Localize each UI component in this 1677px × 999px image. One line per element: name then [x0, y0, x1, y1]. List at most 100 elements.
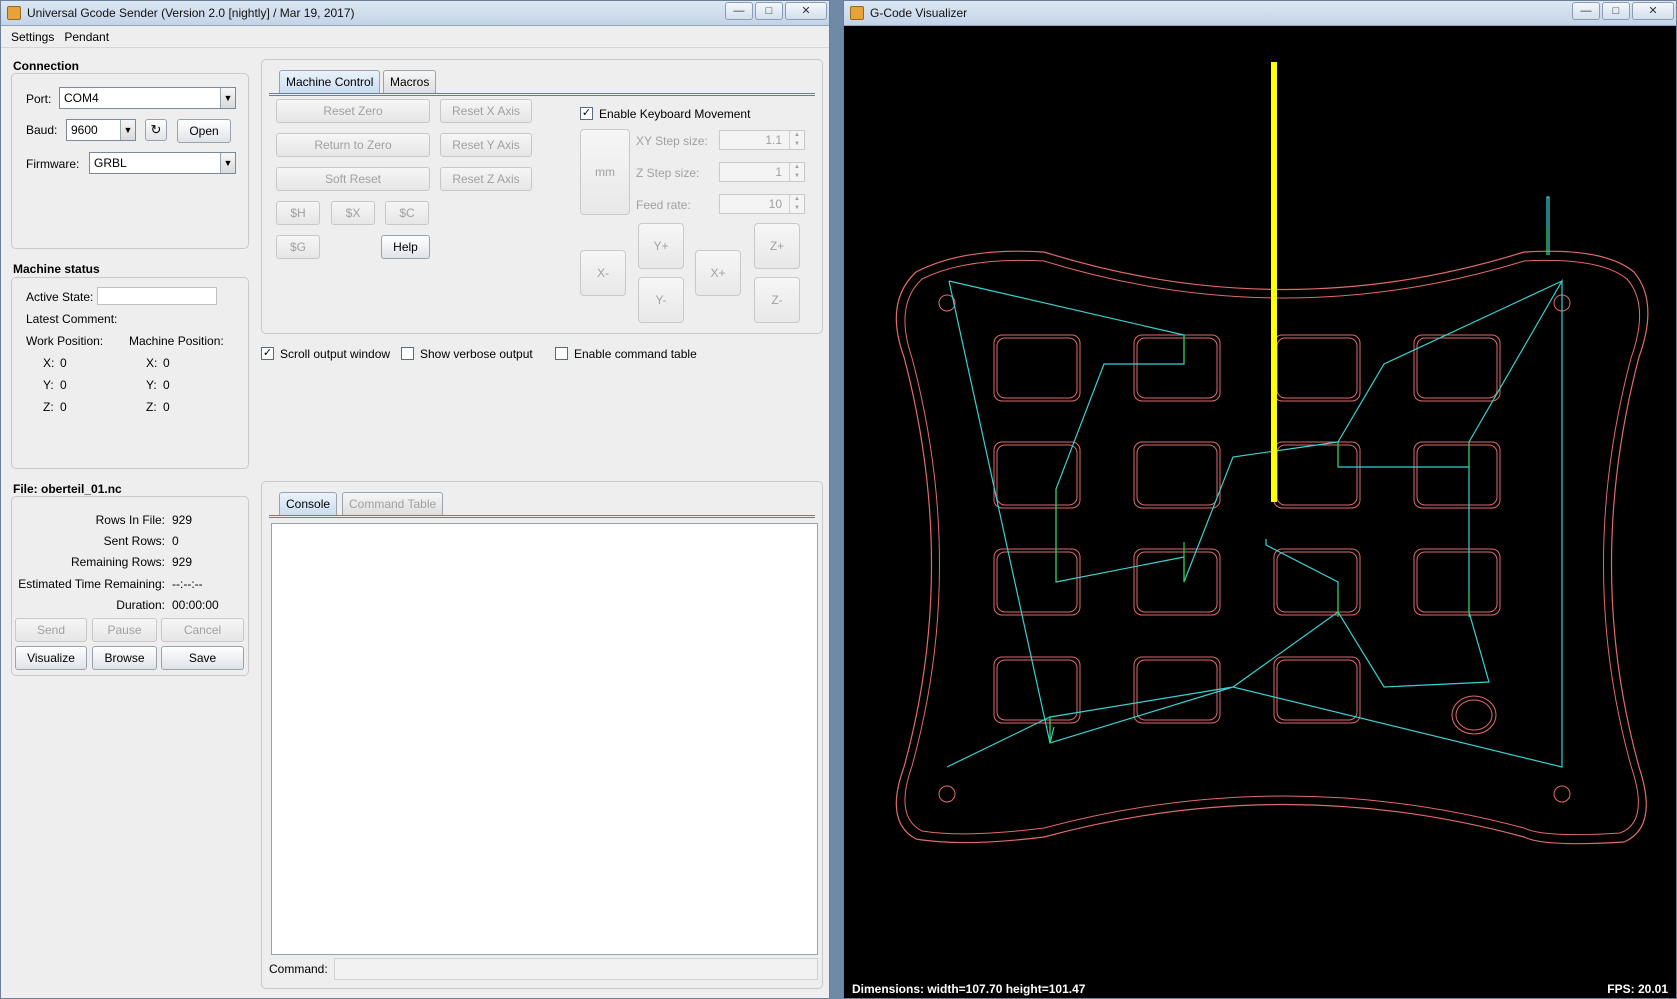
- machine-x-value: 0: [163, 356, 170, 370]
- port-value: COM4: [64, 91, 99, 105]
- gcode-state-command-button[interactable]: $G: [276, 235, 320, 259]
- jog-y-plus-button[interactable]: Y+: [638, 223, 684, 269]
- machine-y-label: Y:: [146, 378, 157, 392]
- xy-step-spinner[interactable]: 1.1 ▲ ▼: [719, 130, 805, 150]
- key-pocket: [996, 337, 1078, 399]
- key-pocket: [1276, 337, 1358, 399]
- key-pocket: [993, 334, 1081, 402]
- unlock-command-button[interactable]: $X: [331, 201, 375, 225]
- tab-console[interactable]: Console: [279, 492, 338, 516]
- toolpath-canvas[interactable]: [844, 27, 1676, 999]
- key-pocket: [1136, 444, 1218, 506]
- key-pocket: [1133, 334, 1221, 402]
- menu-settings[interactable]: Settings: [11, 30, 54, 44]
- keyboard-movement-checkbox[interactable]: ✓: [580, 107, 593, 120]
- send-button[interactable]: Send: [15, 618, 87, 642]
- maximize-icon[interactable]: □: [1602, 2, 1630, 20]
- port-label: Port:: [26, 92, 52, 106]
- visualizer-titlebar[interactable]: G-Code Visualizer — □ ✕: [844, 1, 1676, 26]
- port-select[interactable]: COM4 ▼: [59, 87, 236, 109]
- firmware-value: GRBL: [94, 156, 127, 170]
- jog-z-plus-button[interactable]: Z+: [754, 223, 800, 269]
- scroll-output-checkbox[interactable]: ✓: [261, 347, 274, 360]
- connection-title: Connection: [13, 59, 79, 73]
- reset-z-axis-button[interactable]: Reset Z Axis: [440, 167, 532, 191]
- spinner-arrows-icon[interactable]: ▲ ▼: [789, 195, 804, 213]
- console-tab-divider: [269, 515, 815, 518]
- maximize-icon[interactable]: □: [755, 2, 783, 20]
- baud-select[interactable]: 9600 ▼: [66, 119, 136, 141]
- key-pocket: [1416, 551, 1498, 613]
- menu-pendant[interactable]: Pendant: [64, 30, 109, 44]
- key-pocket: [993, 441, 1081, 509]
- mount-hole: [1553, 785, 1571, 803]
- active-state-field: [97, 287, 217, 305]
- command-table-checkbox[interactable]: [555, 347, 568, 360]
- key-pocket: [1133, 441, 1221, 509]
- visualize-button[interactable]: Visualize: [15, 646, 87, 670]
- key-pocket: [1273, 441, 1361, 509]
- home-command-button[interactable]: $H: [276, 201, 320, 225]
- key-pocket: [1276, 551, 1358, 613]
- key-pocket: [996, 444, 1078, 506]
- plunge-marks: [1049, 227, 1548, 743]
- machine-x-label: X:: [146, 356, 158, 370]
- tab-macros[interactable]: Macros: [383, 70, 437, 94]
- cancel-button[interactable]: Cancel: [161, 618, 244, 642]
- chevron-down-icon[interactable]: ▼: [220, 153, 235, 173]
- browse-button[interactable]: Browse: [92, 646, 157, 670]
- key-pocket: [1416, 444, 1498, 506]
- refresh-ports-icon[interactable]: ↻: [145, 119, 167, 141]
- console-output[interactable]: [271, 523, 818, 955]
- tab-machine-control[interactable]: Machine Control: [279, 70, 381, 94]
- reset-y-axis-button[interactable]: Reset Y Axis: [440, 133, 532, 157]
- minimize-icon[interactable]: —: [725, 2, 753, 20]
- z-step-spinner[interactable]: 1 ▲ ▼: [719, 162, 805, 182]
- reset-zero-button[interactable]: Reset Zero: [276, 99, 430, 123]
- work-z-label: Z:: [43, 400, 54, 414]
- xy-step-label: XY Step size:: [636, 134, 708, 148]
- ugs-app-icon: [7, 6, 21, 20]
- ugs-window: Universal Gcode Sender (Version 2.0 [nig…: [0, 0, 830, 999]
- machine-position-label: Machine Position:: [129, 334, 224, 348]
- check-command-button[interactable]: $C: [385, 201, 429, 225]
- close-icon[interactable]: ✕: [1632, 2, 1674, 20]
- command-input[interactable]: [334, 958, 818, 980]
- work-x-label: X:: [43, 356, 55, 370]
- chevron-down-icon[interactable]: ▼: [220, 88, 235, 108]
- feed-rate-label: Feed rate:: [636, 198, 691, 212]
- open-button[interactable]: Open: [177, 119, 231, 143]
- reset-x-axis-button[interactable]: Reset X Axis: [440, 99, 532, 123]
- spinner-arrows-icon[interactable]: ▲ ▼: [789, 163, 804, 181]
- chevron-down-icon[interactable]: ▼: [120, 120, 135, 140]
- work-position-label: Work Position:: [26, 334, 104, 348]
- jog-y-minus-button[interactable]: Y-: [638, 277, 684, 323]
- minimize-icon[interactable]: —: [1572, 2, 1600, 20]
- rows-in-file-label: Rows In File:: [95, 513, 165, 527]
- firmware-select[interactable]: GRBL ▼: [89, 152, 236, 174]
- ugs-titlebar[interactable]: Universal Gcode Sender (Version 2.0 [nig…: [1, 1, 829, 26]
- help-button[interactable]: Help: [381, 235, 430, 259]
- fps-readout: FPS: 20.01: [1607, 982, 1668, 996]
- feed-rate-spinner[interactable]: 10 ▲ ▼: [719, 194, 805, 214]
- return-to-zero-button[interactable]: Return to Zero: [276, 133, 430, 157]
- unit-toggle-button[interactable]: mm: [580, 129, 630, 215]
- remaining-rows-label: Remaining Rows:: [70, 555, 165, 569]
- key-pocket: [993, 548, 1081, 616]
- key-pocket: [1276, 659, 1358, 721]
- pause-button[interactable]: Pause: [92, 618, 157, 642]
- duration-label: Duration:: [116, 598, 165, 612]
- tab-command-table[interactable]: Command Table: [342, 492, 444, 516]
- close-icon[interactable]: ✕: [785, 2, 827, 20]
- verbose-output-checkbox[interactable]: [401, 347, 414, 360]
- jog-x-minus-button[interactable]: X-: [580, 250, 626, 296]
- spinner-arrows-icon[interactable]: ▲ ▼: [789, 131, 804, 149]
- save-button[interactable]: Save: [161, 646, 244, 670]
- jog-x-plus-button[interactable]: X+: [695, 250, 741, 296]
- key-pocket: [1413, 441, 1501, 509]
- soft-reset-button[interactable]: Soft Reset: [276, 167, 430, 191]
- jog-z-minus-button[interactable]: Z-: [754, 277, 800, 323]
- key-pocket: [1416, 337, 1498, 399]
- command-label: Command:: [269, 962, 328, 976]
- key-pocket: [1413, 334, 1501, 402]
